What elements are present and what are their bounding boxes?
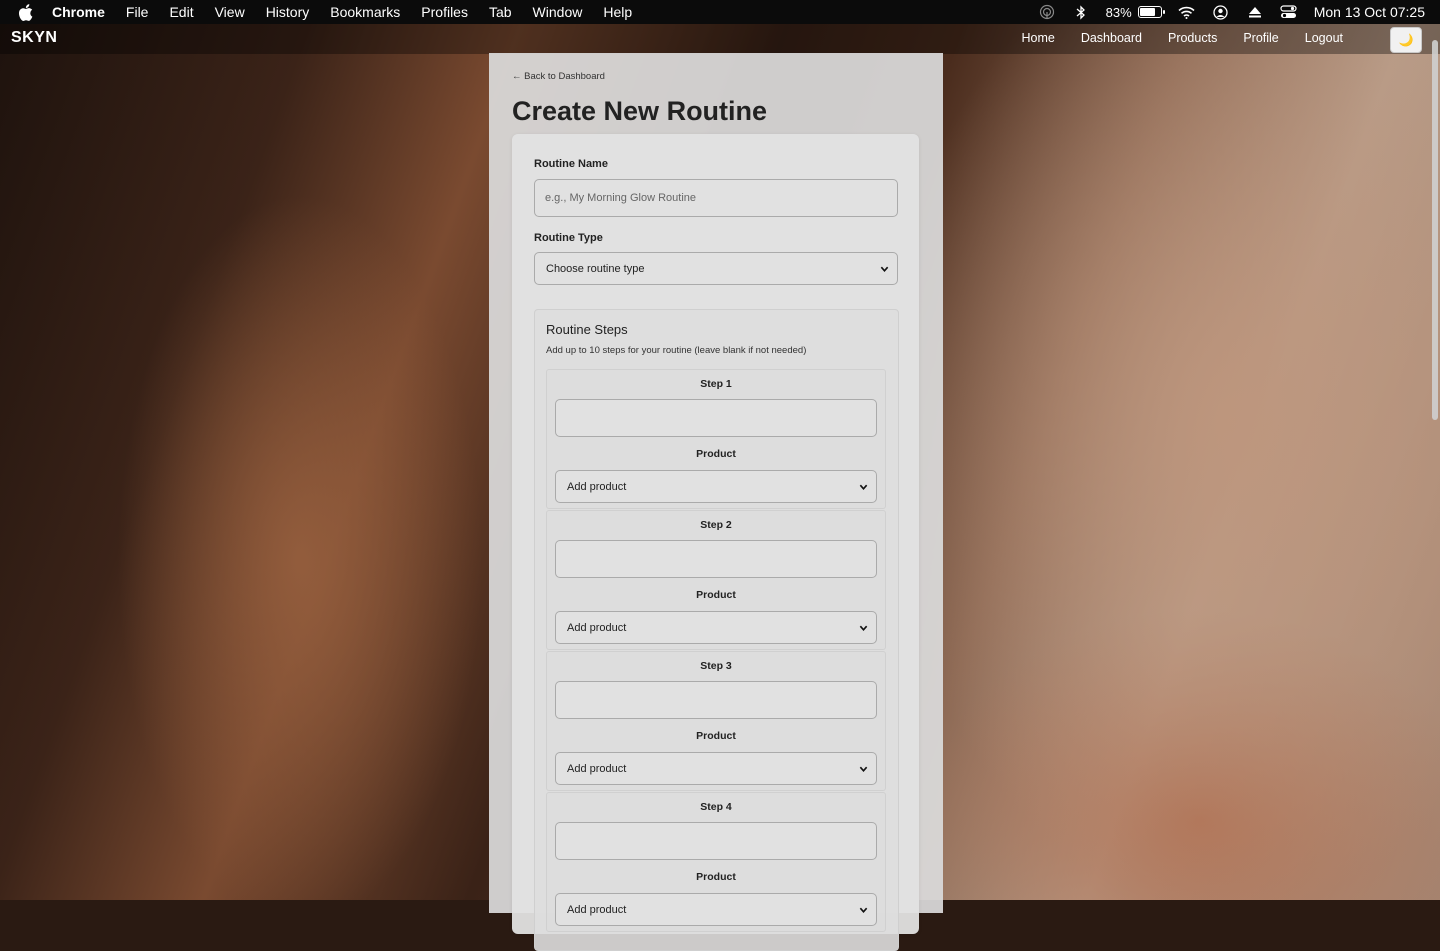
step-label: Step 2 xyxy=(700,519,732,531)
step-label: Step 4 xyxy=(700,801,732,813)
product-selected: Add product xyxy=(567,903,627,916)
chevron-down-icon xyxy=(880,266,889,272)
product-label: Product xyxy=(696,730,736,742)
menu-history[interactable]: History xyxy=(266,4,310,20)
menu-app-name[interactable]: Chrome xyxy=(52,4,105,20)
step-label: Step 3 xyxy=(700,660,732,672)
steps-subtitle: Add up to 10 steps for your routine (lea… xyxy=(546,345,807,356)
eject-icon[interactable] xyxy=(1246,5,1264,19)
product-selected: Add product xyxy=(567,762,627,775)
menu-tab[interactable]: Tab xyxy=(489,4,512,20)
nav-products[interactable]: Products xyxy=(1168,31,1217,45)
step-1-product-select[interactable]: Add product xyxy=(555,470,877,503)
airdrop-icon[interactable] xyxy=(1038,4,1056,20)
chevron-down-icon xyxy=(859,625,868,631)
battery-icon xyxy=(1137,6,1165,18)
steps-title: Routine Steps xyxy=(546,322,628,337)
routine-name-input[interactable] xyxy=(534,179,898,217)
routine-form: Routine Name Routine Type Choose routine… xyxy=(512,134,919,951)
step-1-input[interactable] xyxy=(555,399,877,437)
site-logo[interactable]: SKYN xyxy=(11,29,57,47)
routine-name-label: Routine Name xyxy=(534,158,608,170)
site-navbar: SKYN Home Dashboard Products Profile Log… xyxy=(0,24,1440,54)
routine-type-selected: Choose routine type xyxy=(546,262,645,275)
nav-logout[interactable]: Logout xyxy=(1305,31,1343,45)
step-4-input[interactable] xyxy=(555,822,877,860)
step-3-input[interactable] xyxy=(555,681,877,719)
chevron-down-icon xyxy=(859,484,868,490)
routine-type-select[interactable]: Choose routine type xyxy=(534,252,898,285)
step-3-product-select[interactable]: Add product xyxy=(555,752,877,785)
routine-steps-section: Routine Steps Add up to 10 steps for you… xyxy=(534,309,899,951)
battery-status[interactable]: 83% xyxy=(1105,4,1165,20)
product-selected: Add product xyxy=(567,480,627,493)
battery-percent: 83% xyxy=(1105,4,1132,20)
page-scrollbar[interactable] xyxy=(1432,40,1438,420)
page-title: Create New Routine xyxy=(512,96,768,126)
step-label: Step 1 xyxy=(700,378,732,390)
back-to-dashboard-link[interactable]: ← Back to Dashboard xyxy=(512,71,605,82)
step-4-product-select[interactable]: Add product xyxy=(555,893,877,926)
product-label: Product xyxy=(696,871,736,883)
step-2-product-select[interactable]: Add product xyxy=(555,611,877,644)
menu-bookmarks[interactable]: Bookmarks xyxy=(330,4,400,20)
product-label: Product xyxy=(696,589,736,601)
control-center-icon[interactable] xyxy=(1280,5,1298,19)
nav-dashboard[interactable]: Dashboard xyxy=(1081,31,1142,45)
product-label: Product xyxy=(696,448,736,460)
menu-window[interactable]: Window xyxy=(533,4,583,20)
chevron-down-icon xyxy=(859,766,868,772)
menu-edit[interactable]: Edit xyxy=(169,4,193,20)
step-2-input[interactable] xyxy=(555,540,877,578)
menubar-clock[interactable]: Mon 13 Oct 07:25 xyxy=(1314,4,1425,20)
create-routine-panel: ← Back to Dashboard Create New Routine R… xyxy=(489,53,943,951)
wifi-icon[interactable] xyxy=(1178,5,1196,19)
apple-icon[interactable] xyxy=(18,3,36,21)
step-card: Step 2 Product Add product xyxy=(546,510,886,650)
menu-file[interactable]: File xyxy=(126,4,149,20)
menu-help[interactable]: Help xyxy=(603,4,632,20)
chevron-down-icon xyxy=(859,907,868,913)
user-account-icon[interactable] xyxy=(1212,4,1230,20)
nav-home[interactable]: Home xyxy=(1021,31,1054,45)
nav-profile[interactable]: Profile xyxy=(1243,31,1278,45)
step-card: Step 4 Product Add product xyxy=(546,792,886,932)
product-selected: Add product xyxy=(567,621,627,634)
moon-icon: 🌙 xyxy=(1398,33,1414,47)
step-card: Step 1 Product Add product xyxy=(546,369,886,509)
bluetooth-icon[interactable] xyxy=(1072,4,1090,20)
nav-links: Home Dashboard Products Profile Logout xyxy=(1021,31,1343,45)
step-card: Step 3 Product Add product xyxy=(546,651,886,791)
macos-menubar: Chrome File Edit View History Bookmarks … xyxy=(0,0,1440,24)
theme-toggle-button[interactable]: 🌙 xyxy=(1390,27,1422,53)
menu-profiles[interactable]: Profiles xyxy=(421,4,468,20)
menu-view[interactable]: View xyxy=(215,4,245,20)
routine-type-label: Routine Type xyxy=(534,232,603,244)
